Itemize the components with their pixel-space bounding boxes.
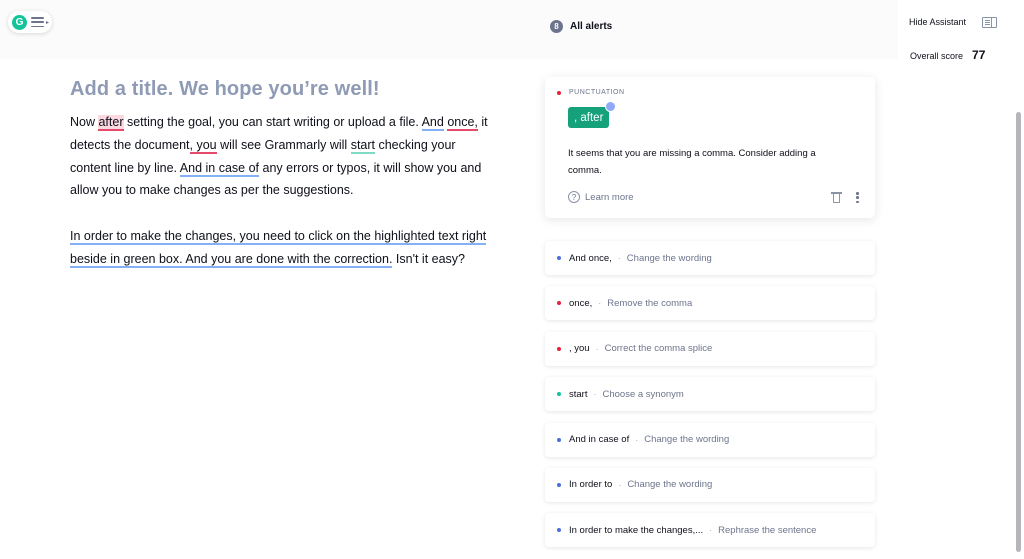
document-title[interactable]: Add a title. We hope you’re well! (70, 78, 490, 101)
alert-word: start (569, 388, 588, 400)
alert-word: , you (569, 343, 590, 355)
alert-action: Choose a synonym (602, 388, 684, 400)
cursor-indicator-icon (605, 101, 617, 112)
paragraph-2[interactable]: In order to make the changes, you need t… (70, 225, 490, 271)
highlight-comma-you[interactable]: , you (189, 137, 217, 154)
category-label: PUNCTUATION (569, 89, 625, 96)
text-run: Isn't it easy? (392, 251, 465, 266)
alert-item[interactable]: In order to · Change the wording (545, 467, 875, 502)
alert-action: Rephrase the sentence (718, 524, 817, 536)
text-run: Now (70, 115, 99, 129)
overall-score-label: Overall score (910, 51, 964, 60)
accept-suggestion-button[interactable]: , after (568, 101, 617, 128)
suggestion-message: It seems that you are missing a comma. C… (568, 148, 816, 176)
alert-action: Change the wording (627, 479, 713, 491)
alert-item[interactable]: , you · Correct the comma splice (545, 331, 875, 366)
text-run: will see Grammarly will (216, 137, 351, 152)
separator: · (593, 389, 597, 400)
separator: · (618, 479, 622, 490)
caret-right-icon: ▸ (46, 19, 50, 26)
alert-item[interactable]: start · Choose a synonym (545, 377, 875, 412)
hide-assistant-button[interactable]: Hide Assistant (909, 17, 966, 27)
highlight-start[interactable]: start (350, 137, 375, 154)
alert-dot-icon (557, 256, 561, 260)
active-suggestion-card[interactable]: PUNCTUATION , after It seems that you ar… (545, 77, 875, 218)
alert-dot-icon (557, 482, 561, 487)
grammarly-logo-icon: G (12, 14, 27, 30)
alert-dot-icon (557, 301, 561, 306)
overall-score-value: 77 (972, 48, 986, 60)
correctness-dot-icon (557, 90, 561, 95)
separator: · (617, 253, 621, 263)
separator: · (598, 298, 602, 309)
learn-more-link[interactable]: ? Learn more (568, 191, 634, 203)
alert-list: And once, · Change the wording once, · R… (545, 241, 875, 559)
alert-action: Remove the comma (607, 297, 693, 309)
highlight-in-order-to[interactable]: In order to (70, 228, 127, 245)
suggestion-text: , after (574, 111, 604, 124)
panel-toggle-icon[interactable] (982, 17, 997, 28)
alert-word: In order to (569, 479, 613, 491)
separator: · (635, 434, 639, 445)
alert-action: Correct the comma splice (604, 343, 713, 355)
alert-item[interactable]: And once, · Change the wording (545, 241, 875, 275)
alert-word: once, (569, 297, 593, 309)
learn-more-label: Learn more (585, 191, 634, 203)
paragraph-1[interactable]: Now after setting the goal, you can star… (70, 111, 490, 202)
alert-item[interactable]: once, · Remove the comma (545, 286, 875, 321)
all-alerts-title: All alerts (570, 21, 613, 32)
assistant-panel: Hide Assistant Overall score 77 (898, 0, 1024, 554)
document-body[interactable]: Now after setting the goal, you can star… (70, 111, 490, 271)
alert-word: And once, (569, 252, 612, 264)
highlight-and-once[interactable]: And (421, 115, 444, 131)
highlight-after[interactable]: after (98, 115, 124, 131)
all-alerts-header[interactable]: 8 All alerts (550, 20, 612, 33)
separator: · (709, 525, 713, 536)
alert-dot-icon (557, 346, 561, 351)
highlight-in-case-of[interactable]: And in case of (179, 160, 260, 177)
alert-action: Change the wording (626, 252, 712, 264)
overall-score[interactable]: Overall score 77 (910, 48, 985, 60)
more-icon[interactable] (856, 192, 859, 203)
question-icon: ? (568, 191, 580, 203)
scrollbar[interactable] (1016, 112, 1021, 552)
document-editor[interactable]: Add a title. We hope you’re well! Now af… (70, 78, 490, 271)
alert-dot-icon (557, 437, 561, 442)
trash-icon[interactable] (831, 191, 842, 204)
top-bar: G ▸ 8 All alerts (0, 0, 898, 58)
highlight-once[interactable]: once, (447, 115, 478, 131)
grammarly-menu-button[interactable]: G ▸ (8, 11, 52, 33)
alert-item[interactable]: In order to make the changes,... · Rephr… (545, 513, 875, 548)
alert-count-badge: 8 (550, 20, 563, 33)
alert-item[interactable]: And in case of · Change the wording (545, 422, 875, 457)
alert-word: And in case of (569, 434, 630, 446)
card-category: PUNCTUATION (557, 89, 625, 96)
text-run: setting the goal, you can start writing … (123, 115, 422, 129)
separator: · (595, 343, 599, 354)
menu-icon (31, 17, 44, 27)
alert-action: Change the wording (644, 434, 730, 446)
alert-dot-icon (557, 528, 561, 533)
alert-dot-icon (557, 392, 561, 397)
alert-word: In order to make the changes,... (569, 524, 704, 536)
